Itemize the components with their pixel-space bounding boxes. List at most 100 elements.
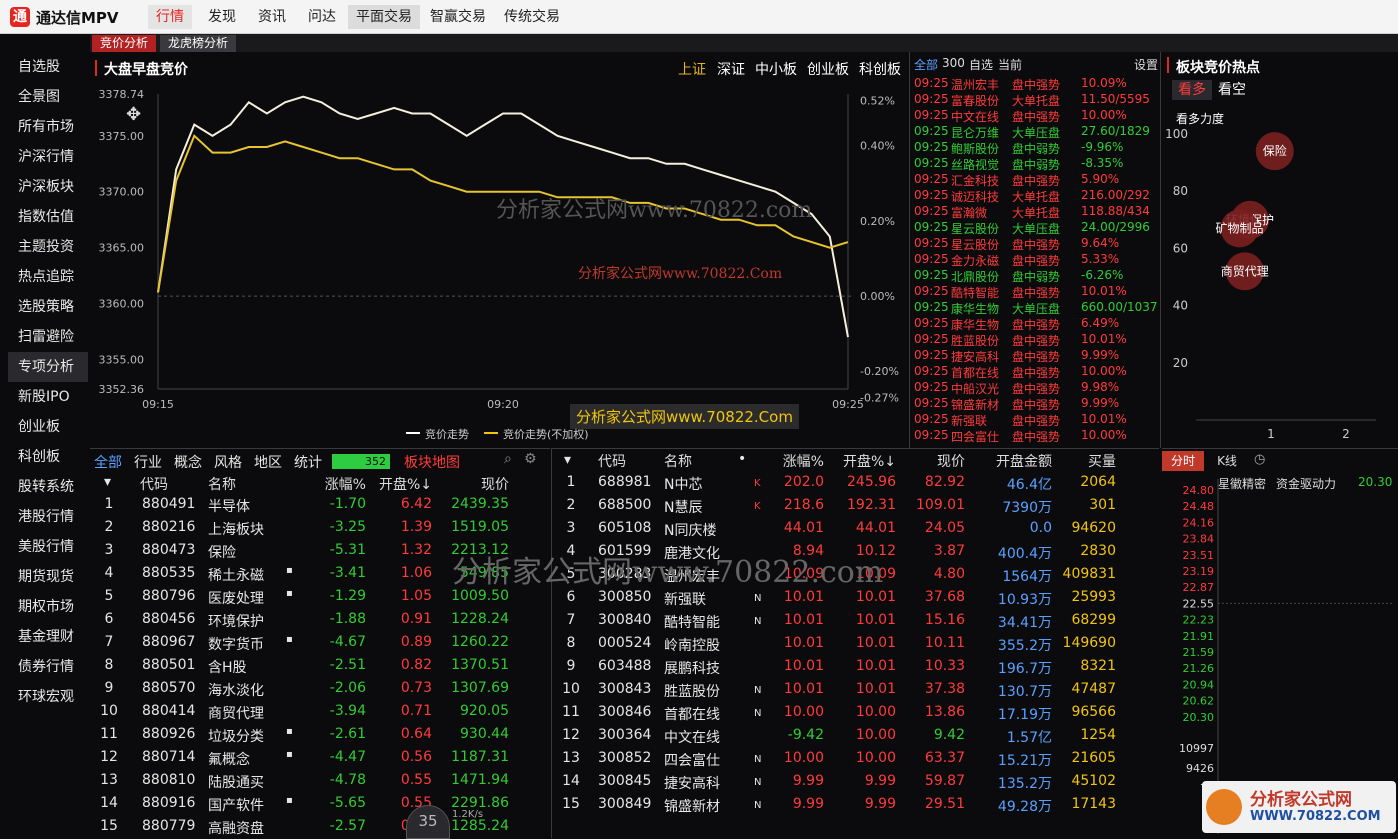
gear-icon[interactable]: ⚙: [524, 451, 537, 467]
feed-stock[interactable]: 中船汉光: [951, 380, 1011, 397]
stock-code[interactable]: 300845: [598, 773, 664, 789]
sector-tab[interactable]: 概念: [174, 452, 214, 472]
sector-col-header[interactable]: 名称: [208, 474, 268, 494]
sector-name[interactable]: 垃圾分类: [208, 726, 288, 746]
sector-col-header[interactable]: 现价: [445, 474, 509, 494]
nav-item[interactable]: 环球宏观: [8, 682, 88, 712]
feed-stock[interactable]: 胜蓝股份: [951, 332, 1011, 349]
sector-code[interactable]: 880714: [142, 749, 208, 765]
nav-item[interactable]: 沪深行情: [8, 142, 88, 172]
sector-name[interactable]: 环境保护: [208, 611, 288, 631]
menu-smart-trade[interactable]: 智赢交易: [422, 5, 494, 29]
menu-news[interactable]: 资讯: [250, 5, 294, 29]
nav-item[interactable]: 专项分析: [8, 352, 88, 382]
feed-settings[interactable]: 设置: [1134, 56, 1158, 73]
sector-tab[interactable]: 行业: [134, 452, 174, 472]
stock-code[interactable]: 300846: [598, 704, 664, 720]
stock-code[interactable]: 300840: [598, 612, 664, 628]
feed-stock[interactable]: 酷特智能: [951, 284, 1011, 301]
sector-name[interactable]: 海水淡化: [208, 680, 288, 700]
feed-stock[interactable]: 金力永磁: [951, 252, 1011, 269]
sector-name[interactable]: 国产软件: [208, 795, 288, 815]
stock-name[interactable]: 岭南控股: [664, 635, 744, 655]
nav-item[interactable]: 自选股: [8, 52, 88, 82]
stock-code[interactable]: 300852: [598, 750, 664, 766]
stock-name[interactable]: N中芯: [664, 474, 744, 494]
sector-tab[interactable]: 地区: [254, 452, 294, 472]
feed-stock[interactable]: 温州宏丰: [951, 76, 1011, 93]
nav-item[interactable]: 期货现货: [8, 562, 88, 592]
sector-code[interactable]: 880216: [142, 519, 208, 535]
nav-item[interactable]: 美股行情: [8, 532, 88, 562]
sector-name[interactable]: 氟概念: [208, 749, 288, 769]
sector-col-header[interactable]: 涨幅%: [290, 474, 366, 494]
feed-stock[interactable]: 星云股份: [951, 236, 1011, 253]
tab-auction-analysis[interactable]: 竞价分析: [92, 35, 157, 52]
menu-quotes[interactable]: 行情: [148, 5, 192, 29]
feed-stock[interactable]: 捷安高科: [951, 348, 1011, 365]
stock-code[interactable]: 300850: [598, 589, 664, 605]
tab-dragon-tiger[interactable]: 龙虎榜分析: [160, 35, 237, 52]
nav-item[interactable]: 扫雷避险: [8, 322, 88, 352]
stock-name[interactable]: N慧辰: [664, 497, 744, 517]
stock-code[interactable]: 000524: [598, 635, 664, 651]
stock-code[interactable]: 603488: [598, 658, 664, 674]
sector-map-link[interactable]: 板块地图: [404, 452, 460, 472]
stock-name[interactable]: 锦盛新材: [664, 796, 744, 816]
menu-discover[interactable]: 发现: [200, 5, 244, 29]
stock-col-header[interactable]: 名称: [664, 451, 744, 471]
menu-classic-trade[interactable]: 传统交易: [496, 5, 568, 29]
search-icon[interactable]: ⌕: [504, 451, 512, 467]
sector-name[interactable]: 数字货币: [208, 634, 288, 654]
feed-stock[interactable]: 康华生物: [951, 300, 1011, 317]
feed-stock[interactable]: 丝路视觉: [951, 156, 1011, 173]
sector-name[interactable]: 保险: [208, 542, 288, 562]
feed-stock[interactable]: 新强联: [951, 412, 1011, 429]
sector-name[interactable]: 含H股: [208, 657, 288, 677]
sector-code[interactable]: 880926: [142, 726, 208, 742]
menu-flat-trade[interactable]: 平面交易: [348, 5, 420, 29]
sector-code[interactable]: 880473: [142, 542, 208, 558]
sector-col-header[interactable]: 开盘%↓: [362, 474, 432, 494]
feed-stock[interactable]: 昆仑万维: [951, 124, 1011, 141]
feed-tab-current[interactable]: 当前: [998, 56, 1022, 73]
stock-col-header[interactable]: 涨幅%: [762, 451, 824, 471]
stock-name[interactable]: 胜蓝股份: [664, 681, 744, 701]
nav-item[interactable]: 热点追踪: [8, 262, 88, 292]
feed-stock[interactable]: 诚迈科技: [951, 188, 1011, 205]
stock-code[interactable]: 300364: [598, 727, 664, 743]
nav-item[interactable]: 所有市场: [8, 112, 88, 142]
feed-stock[interactable]: 锦盛新材: [951, 396, 1011, 413]
sector-code[interactable]: 880535: [142, 565, 208, 581]
sector-code[interactable]: 880779: [142, 818, 208, 834]
nav-item[interactable]: 基金理财: [8, 622, 88, 652]
sort-arrow-icon[interactable]: ▾: [104, 474, 111, 490]
sector-name[interactable]: 医废处理: [208, 588, 288, 608]
nav-item[interactable]: 指数估值: [8, 202, 88, 232]
feed-stock[interactable]: 首都在线: [951, 364, 1011, 381]
feed-stock[interactable]: 汇金科技: [951, 172, 1011, 189]
nav-item[interactable]: 沪深板块: [8, 172, 88, 202]
sector-tab[interactable]: 全部: [94, 452, 134, 472]
feed-tab-300[interactable]: 300: [942, 56, 965, 70]
feed-stock[interactable]: 中文在线: [951, 108, 1011, 125]
sector-code[interactable]: 880570: [142, 680, 208, 696]
feed-stock[interactable]: 星云股份: [951, 220, 1011, 237]
nav-item[interactable]: 新股IPO: [8, 382, 88, 412]
feed-stock[interactable]: 鲍斯股份: [951, 140, 1011, 157]
stock-code[interactable]: 688500: [598, 497, 664, 513]
nav-item[interactable]: 全景图: [8, 82, 88, 112]
feed-stock[interactable]: 四会富仕: [951, 428, 1011, 445]
sector-name[interactable]: 陆股通买: [208, 772, 288, 792]
sector-col-header[interactable]: 代码: [140, 474, 200, 494]
stock-col-header[interactable]: 现价: [897, 451, 965, 471]
nav-item[interactable]: 科创板: [8, 442, 88, 472]
sector-code[interactable]: 880491: [142, 496, 208, 512]
sector-name[interactable]: 稀土永磁: [208, 565, 288, 585]
nav-item[interactable]: 选股策略: [8, 292, 88, 322]
sector-name[interactable]: 高融资盘: [208, 818, 288, 838]
sector-code[interactable]: 880967: [142, 634, 208, 650]
nav-item[interactable]: 股转系统: [8, 472, 88, 502]
stock-col-header[interactable]: 买量: [1058, 451, 1116, 471]
stock-name[interactable]: N同庆楼: [664, 520, 744, 540]
